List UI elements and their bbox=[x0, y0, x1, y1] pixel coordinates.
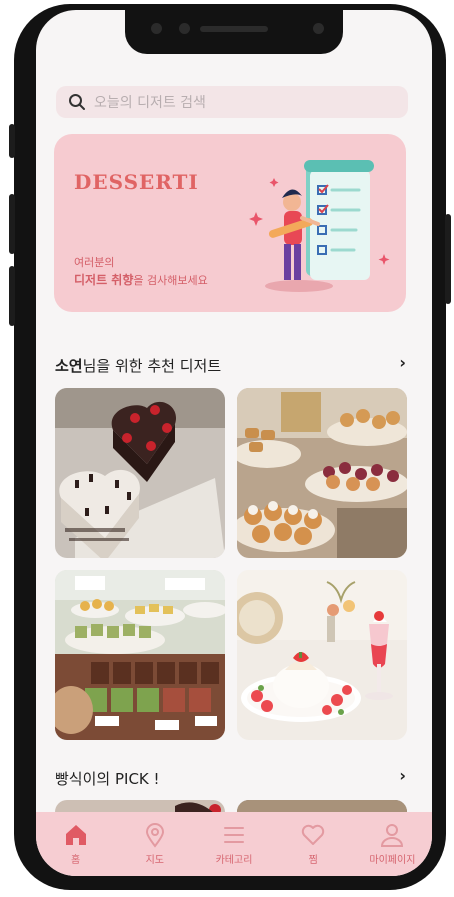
power-button bbox=[445, 214, 451, 304]
app-screen: 오늘의 디저트 검색 DESSERTI 여러분의 디저트 취향을 검사해보세요 bbox=[36, 10, 432, 876]
mute-switch bbox=[9, 124, 15, 158]
cake-showcase-image bbox=[55, 570, 225, 740]
front-camera bbox=[313, 23, 324, 34]
volume-down-button bbox=[9, 266, 15, 326]
banner-subtitle-line2: 디저트 취향을 검사해보세요 bbox=[74, 271, 208, 288]
recommend-more-chevron-icon[interactable]: › bbox=[399, 353, 406, 372]
nav-mypage-label: 마이페이지 bbox=[369, 855, 416, 866]
pastry-display-image bbox=[237, 388, 407, 558]
search-icon bbox=[69, 94, 85, 110]
nav-map[interactable]: 지도 bbox=[115, 812, 194, 876]
recommend-title-rest: 님을 위한 추천 디저트 bbox=[82, 357, 222, 375]
notch bbox=[125, 10, 343, 54]
dessert-card-cake-showcase[interactable] bbox=[55, 570, 225, 740]
menu-lines-icon bbox=[224, 827, 244, 843]
user-icon bbox=[381, 824, 404, 847]
nav-category-label: 카테고리 bbox=[215, 855, 253, 866]
banner-subtitle-line1: 여러분의 bbox=[74, 256, 115, 269]
volume-up-button bbox=[9, 194, 15, 254]
nav-home[interactable]: 홈 bbox=[36, 812, 115, 876]
taste-test-banner[interactable]: DESSERTI 여러분의 디저트 취향을 검사해보세요 bbox=[54, 134, 406, 312]
heart-cakes-image bbox=[55, 388, 225, 558]
checklist-illustration bbox=[249, 160, 390, 292]
search-bar[interactable]: 오늘의 디저트 검색 bbox=[56, 86, 408, 118]
recommend-section-title: 소연님을 위한 추천 디저트 bbox=[55, 355, 221, 376]
strawberry-cake-image bbox=[237, 570, 407, 740]
dessert-card-strawberry-cake[interactable] bbox=[237, 570, 407, 740]
heart-icon bbox=[302, 824, 325, 845]
dessert-card-pastry-display[interactable] bbox=[237, 388, 407, 558]
camera-dot bbox=[179, 23, 190, 34]
pick-more-chevron-icon[interactable]: › bbox=[399, 766, 406, 785]
speaker-grille bbox=[200, 26, 268, 32]
dessert-card-heart-cakes[interactable] bbox=[55, 388, 225, 558]
nav-wish[interactable]: 찜 bbox=[274, 812, 353, 876]
bottom-navigation: 홈 지도 카테고리 찜 마이페이지 bbox=[36, 812, 432, 876]
banner-subtitle-rest: 을 검사해보세요 bbox=[133, 274, 208, 287]
nav-category[interactable]: 카테고리 bbox=[194, 812, 273, 876]
map-pin-icon bbox=[145, 823, 164, 848]
pick-section-title: 빵식이의 PICK ! bbox=[55, 770, 160, 788]
search-placeholder: 오늘의 디저트 검색 bbox=[94, 95, 206, 111]
user-name: 소연 bbox=[55, 357, 83, 375]
home-icon bbox=[65, 825, 86, 845]
nav-map-label: 지도 bbox=[145, 855, 164, 866]
sensor-dot bbox=[151, 23, 162, 34]
nav-home-label: 홈 bbox=[71, 855, 81, 866]
nav-wish-label: 찜 bbox=[308, 855, 318, 866]
banner-highlight: 디저트 취향 bbox=[74, 273, 134, 287]
brand-logo-text: DESSERTI bbox=[74, 170, 199, 194]
nav-mypage[interactable]: 마이페이지 bbox=[353, 812, 432, 876]
